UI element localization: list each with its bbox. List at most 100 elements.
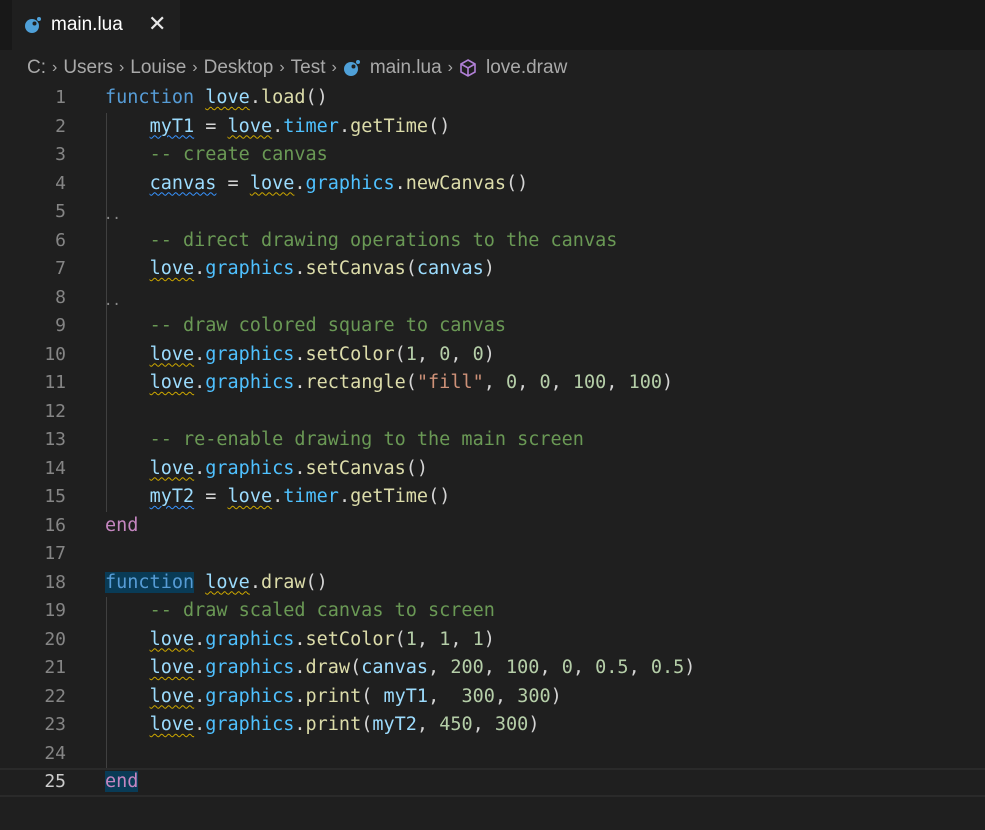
code-line[interactable]: 9 -- draw colored square to canvas	[0, 312, 985, 341]
punctuation: ,	[472, 714, 495, 735]
identifier: love	[227, 486, 273, 507]
code-line[interactable]: 24	[0, 740, 985, 769]
code-line[interactable]: 22 love.graphics.print( myT1, 300, 300)	[0, 683, 985, 712]
chevron-right-icon: ›	[331, 59, 337, 76]
tab-main-lua[interactable]: main.lua ✕	[12, 0, 180, 50]
punctuation: ()	[305, 87, 328, 108]
code-line[interactable]: 16 end	[0, 512, 985, 541]
code-line[interactable]: 20 love.graphics.setColor(1, 1, 1)	[0, 626, 985, 655]
punctuation: ,	[483, 657, 507, 678]
punctuation: )	[661, 372, 674, 393]
identifier: love	[205, 87, 250, 108]
function-name: draw	[305, 657, 351, 678]
line-number: 9	[55, 315, 66, 336]
code-line[interactable]: 5	[0, 198, 985, 227]
number: 450	[439, 714, 473, 735]
breadcrumb: C: › Users › Louise › Desktop › Test › m…	[0, 54, 985, 82]
code-line[interactable]: 18 function love.draw()	[0, 569, 985, 598]
function-name: newCanvas	[405, 172, 507, 194]
line-number: 14	[44, 457, 66, 479]
code-line[interactable]: 1 function love.load()	[0, 84, 985, 113]
argument: canvas	[361, 657, 429, 678]
line-number: 18	[44, 571, 66, 593]
identifier: love	[227, 115, 273, 137]
punctuation: (	[394, 343, 406, 365]
punctuation: (	[405, 372, 417, 393]
line-number: 20	[44, 628, 66, 650]
line-number: 22	[44, 685, 66, 707]
argument: myT2	[372, 714, 417, 735]
number: 300	[494, 714, 529, 735]
code-line[interactable]: 3 -- create canvas	[0, 141, 985, 170]
identifier: love	[149, 657, 195, 678]
function-name: setColor	[305, 343, 395, 365]
close-tab-icon[interactable]: ✕	[148, 13, 166, 35]
lua-file-icon	[24, 16, 42, 34]
number: 0	[506, 372, 518, 393]
breadcrumb-louise[interactable]: Louise	[130, 57, 186, 79]
punctuation: ,	[517, 372, 540, 393]
code-line[interactable]: 7 love.graphics.setCanvas(canvas)	[0, 255, 985, 284]
code-line[interactable]: 2 myT1 = love.timer.getTime()	[0, 113, 985, 142]
comment: -- direct drawing operations to the canv…	[149, 229, 618, 251]
string: "fill"	[416, 372, 484, 393]
number: 1	[405, 343, 417, 365]
function-name: print	[305, 685, 362, 707]
line-number: 3	[55, 144, 66, 165]
code-line[interactable]: 11 love.graphics.rectangle("fill", 0, 0,…	[0, 369, 985, 398]
line-number: 17	[44, 543, 66, 564]
member: graphics	[205, 343, 295, 365]
argument: myT1	[383, 685, 429, 707]
punctuation: ,	[539, 657, 562, 678]
identifier: love	[149, 685, 195, 707]
number: 0	[439, 343, 451, 365]
code-line[interactable]: 12	[0, 398, 985, 427]
code-line[interactable]: 14 love.graphics.setCanvas()	[0, 455, 985, 484]
punctuation: (	[405, 258, 417, 279]
line-number: 24	[44, 742, 66, 764]
breadcrumb-drive[interactable]: C:	[27, 57, 46, 79]
number: 200	[450, 657, 484, 678]
punctuation: (	[361, 685, 384, 707]
code-line[interactable]: 6 -- direct drawing operations to the ca…	[0, 227, 985, 256]
code-line-current[interactable]: 25 end	[0, 768, 985, 797]
code-line[interactable]: 21 love.graphics.draw(canvas, 200, 100, …	[0, 654, 985, 683]
line-number: 2	[55, 115, 66, 137]
code-line[interactable]: 17	[0, 540, 985, 569]
breadcrumb-desktop[interactable]: Desktop	[204, 57, 274, 79]
punctuation: ,	[428, 685, 462, 707]
line-number: 10	[44, 343, 66, 365]
member: graphics	[305, 172, 395, 194]
punctuation: )	[483, 258, 495, 279]
breadcrumb-symbol[interactable]: love.draw	[486, 57, 567, 79]
punctuation: ,	[606, 372, 629, 393]
code-line[interactable]: 4 canvas = love.graphics.newCanvas()	[0, 170, 985, 199]
code-line[interactable]: 19 -- draw scaled canvas to screen	[0, 597, 985, 626]
breadcrumb-file[interactable]: main.lua	[370, 57, 442, 79]
breadcrumb-test[interactable]: Test	[291, 57, 326, 79]
member: graphics	[205, 457, 295, 479]
punctuation: (	[361, 714, 373, 735]
operator: =	[194, 486, 228, 507]
punctuation: ,	[494, 685, 518, 707]
punctuation: ,	[450, 628, 473, 650]
code-line[interactable]: 10 love.graphics.setColor(1, 0, 0)	[0, 341, 985, 370]
member: graphics	[205, 657, 295, 678]
code-line[interactable]: 8	[0, 284, 985, 313]
code-line[interactable]: 13 -- re-enable drawing to the main scre…	[0, 426, 985, 455]
member: timer	[283, 115, 339, 137]
number: 0.5	[595, 657, 629, 678]
code-line[interactable]: 15 myT2 = love.timer.getTime()	[0, 483, 985, 512]
number: 100	[628, 372, 662, 393]
function-name: getTime	[350, 486, 429, 507]
punctuation: ,	[572, 657, 596, 678]
punctuation: )	[528, 714, 540, 735]
code-editor[interactable]: ·· ·· 1 function love.load() 2 myT1 = lo…	[0, 84, 985, 830]
punctuation: ,	[628, 657, 651, 678]
breadcrumb-users[interactable]: Users	[63, 57, 113, 79]
chevron-right-icon: ›	[192, 59, 198, 76]
identifier: love	[149, 628, 195, 650]
number: 1	[472, 628, 484, 650]
function-name: getTime	[350, 115, 429, 137]
code-line[interactable]: 23 love.graphics.print(myT2, 450, 300)	[0, 711, 985, 740]
